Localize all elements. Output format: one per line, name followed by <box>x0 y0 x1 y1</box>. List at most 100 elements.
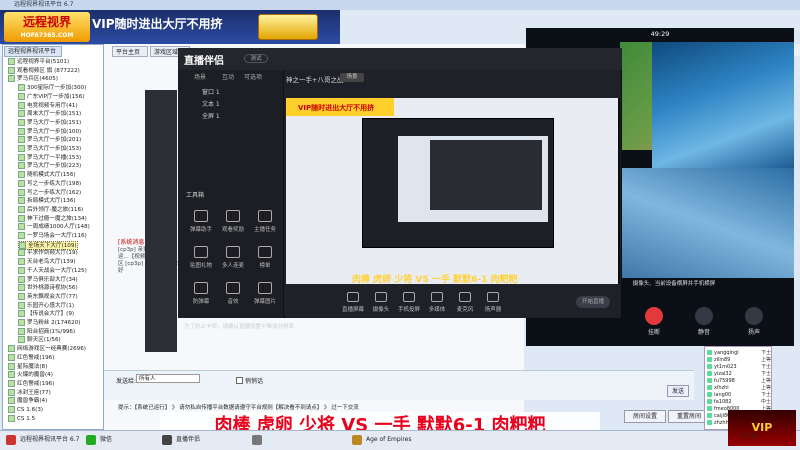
channel-tree-item[interactable]: CS 1.6(3) <box>8 406 43 413</box>
tool-button[interactable]: 榜单 <box>250 244 280 274</box>
channel-tree-item[interactable]: 后外领厅-魔之旅(116) <box>18 205 83 213</box>
checkbox-icon[interactable] <box>236 377 243 384</box>
send-button[interactable]: 发送 <box>667 385 689 397</box>
tool-button[interactable]: 主播任务 <box>250 208 280 238</box>
channel-tree-item[interactable]: 火爆的魔兽(4) <box>8 371 53 379</box>
channel-tree-item[interactable]: 英东飘视会大厅(77) <box>18 292 78 300</box>
control-label: 摄像头 <box>372 307 390 313</box>
channel-tree-item[interactable]: 随机模式大厅(156) <box>18 171 76 179</box>
channel-tree-label: 聊天区(1/56) <box>27 337 61 344</box>
channel-tree-item[interactable]: 天台老鸟大厅(139) <box>18 258 76 266</box>
tab-interact[interactable]: 互动 <box>222 72 234 81</box>
channel-tree-item[interactable]: 世外桃源诗视协(56) <box>18 284 78 292</box>
streaming-tag[interactable]: 测试 <box>244 54 268 63</box>
layer-text[interactable]: 文本 1 <box>184 100 296 110</box>
room-icon <box>18 292 25 300</box>
live-control-button[interactable]: 直播屏幕 <box>338 292 368 313</box>
tool-button[interactable]: 弹幕图片 <box>250 280 280 310</box>
user-row[interactable]: fa1082 中士 <box>707 399 771 405</box>
channel-tree-item[interactable]: 300星际厅一步加(300) <box>18 84 86 92</box>
control-icon <box>459 292 471 302</box>
start-live-button[interactable]: 开始直播 <box>576 296 610 308</box>
channel-tree-item[interactable]: 网络游戏区一经典赛(2696) <box>8 345 86 353</box>
channel-tree-label: 红色警戒(196) <box>17 354 55 361</box>
tool-button[interactable]: 弹幕助手 <box>186 208 216 238</box>
channel-tree-item[interactable]: 罗马大厅一步加(223) <box>18 162 81 170</box>
live-control-button[interactable]: 手机投屏 <box>394 292 424 313</box>
user-row[interactable]: fu75998 上等 <box>707 378 771 384</box>
user-row[interactable]: xlhzhl 上等 <box>707 385 771 391</box>
live-control-button[interactable]: 扬声器 <box>478 292 508 313</box>
user-row[interactable]: yt1m023 下士 <box>707 364 771 370</box>
taskbar-app[interactable]: Age of Empires <box>350 433 411 447</box>
channel-tree-item[interactable]: 观看视频区 旗 (877222) <box>8 66 80 74</box>
channel-tree-item[interactable]: 一罗马场会一大厅(116) <box>18 232 87 239</box>
tool-button[interactable]: 防弹幕 <box>186 280 216 310</box>
user-row[interactable]: iang00 下士 <box>707 392 771 398</box>
channel-tree-tab[interactable]: 远程视界视讯平台 <box>4 46 62 57</box>
channel-tree-item[interactable]: 远程视界平台(5101) <box>8 58 69 65</box>
send-target-select[interactable]: 所有人 <box>136 374 200 383</box>
tab-home[interactable]: 平台主页 <box>112 46 148 57</box>
channel-tree-label: 魔兽争霸(4) <box>17 398 48 405</box>
hangup-button[interactable] <box>645 307 663 325</box>
room-settings-button[interactable]: 房间设置 <box>624 410 666 423</box>
channel-tree-item[interactable]: 一周成绩1000人厅(148) <box>18 223 90 231</box>
gold-badge-icon <box>258 14 318 40</box>
user-row[interactable]: yangqingl 下士 <box>707 350 771 356</box>
channel-tree-item[interactable]: 【传说会大厅】(9) <box>18 310 74 318</box>
mute-button[interactable] <box>695 307 713 325</box>
channel-tree-item[interactable]: 冰封王座(77) <box>8 388 51 396</box>
sea-video <box>652 42 794 168</box>
speaker-button[interactable] <box>745 307 763 325</box>
channel-tree-item[interactable]: 聊天区(1/56) <box>18 336 61 344</box>
channel-tree-item[interactable]: 广东VIP厅一步加(156) <box>18 92 84 100</box>
channel-tree-item[interactable]: 红色警戒(196) <box>8 379 54 387</box>
channel-tree-item[interactable]: 阳台招商(1%/996) <box>18 327 75 335</box>
live-control-button[interactable]: 摄像头 <box>366 292 396 313</box>
live-control-button[interactable]: 麦克风 <box>450 292 480 313</box>
tab-options[interactable]: 可选项 <box>244 72 262 81</box>
live-control-button[interactable]: 多媒体 <box>422 292 452 313</box>
channel-tree-item[interactable]: 神下过瘾一魔之旅(134) <box>18 214 87 222</box>
tool-button[interactable]: 观看奖励 <box>218 208 248 238</box>
channel-tree-item[interactable]: 罗马大厅一步加(100) <box>18 127 81 135</box>
channel-tree-item[interactable]: 罗马粉丝 2(174620) <box>18 319 80 326</box>
tab-scenes[interactable]: 场景 <box>194 72 206 81</box>
channel-tree-item[interactable]: 千人天战会一大厅(125) <box>18 266 87 274</box>
channel-tree-item[interactable]: 写之一步练大厅(162) <box>18 188 81 196</box>
channel-tree-item[interactable]: 周末大厅一步加(151) <box>18 110 81 118</box>
layer-fullscreen[interactable]: 全屏 1 <box>184 112 296 122</box>
taskbar-app[interactable]: 微信 <box>84 433 112 447</box>
channel-tree-item[interactable]: 平求作剑频大厅(19) <box>18 249 78 257</box>
channel-tree-item[interactable]: 乐园开心感大厅(1) <box>18 301 74 309</box>
channel-tree-item[interactable]: 罗马兵区(4605) <box>8 75 58 83</box>
control-icon <box>375 292 387 302</box>
channel-tree-item[interactable]: CS 1.5 <box>8 414 35 422</box>
whisper-checkbox[interactable]: 悄悄话 <box>236 376 263 385</box>
control-label: 直播屏幕 <box>341 307 364 313</box>
channel-tree-item[interactable]: 罗马俱乐部大厅(34) <box>18 275 78 283</box>
channel-tree-label: 观看视频区 旗 (877222) <box>17 67 80 74</box>
channel-tree-item[interactable]: 罗马大厅一步加(151) <box>18 118 81 126</box>
scene-tag[interactable]: 场景 <box>340 73 364 82</box>
channel-tree-item[interactable]: 红色警戒(196) <box>8 353 55 361</box>
channel-tree-item[interactable]: 罗马大厅一平播(153) <box>18 153 81 161</box>
taskbar-app[interactable]: 直播伴侣 <box>160 433 200 447</box>
channel-tree-item[interactable]: 魔兽争霸(4) <box>8 397 48 405</box>
channel-tree-item[interactable]: 全场天下大厅(109) <box>18 240 78 250</box>
channel-tree-item[interactable]: 电竞视频专用厅(41) <box>18 101 78 109</box>
channel-tree-item[interactable]: 星际魔法(8) <box>8 362 47 370</box>
tool-button[interactable]: 贴图礼物 <box>186 244 216 274</box>
tool-button[interactable]: 多人连麦 <box>218 244 248 274</box>
channel-tree-item[interactable]: 罗马大厅一步加(201) <box>18 136 81 144</box>
channel-tree-item[interactable]: 拆局模式大厅(136) <box>18 197 76 205</box>
user-row[interactable]: zilin89 上等 <box>707 357 771 363</box>
user-row[interactable]: yizal32 下士 <box>707 371 771 377</box>
layer-window[interactable]: 窗口 1 <box>184 88 296 98</box>
taskbar-app[interactable]: 远程视界视讯平台 6.7 <box>4 433 79 447</box>
channel-tree-item[interactable]: 罗马大厅一步加(153) <box>18 145 81 152</box>
channel-tree-item[interactable]: 写之一步练大厅(198) <box>18 179 81 187</box>
tool-button[interactable]: 音效 <box>218 280 248 310</box>
taskbar-app[interactable] <box>250 433 266 447</box>
